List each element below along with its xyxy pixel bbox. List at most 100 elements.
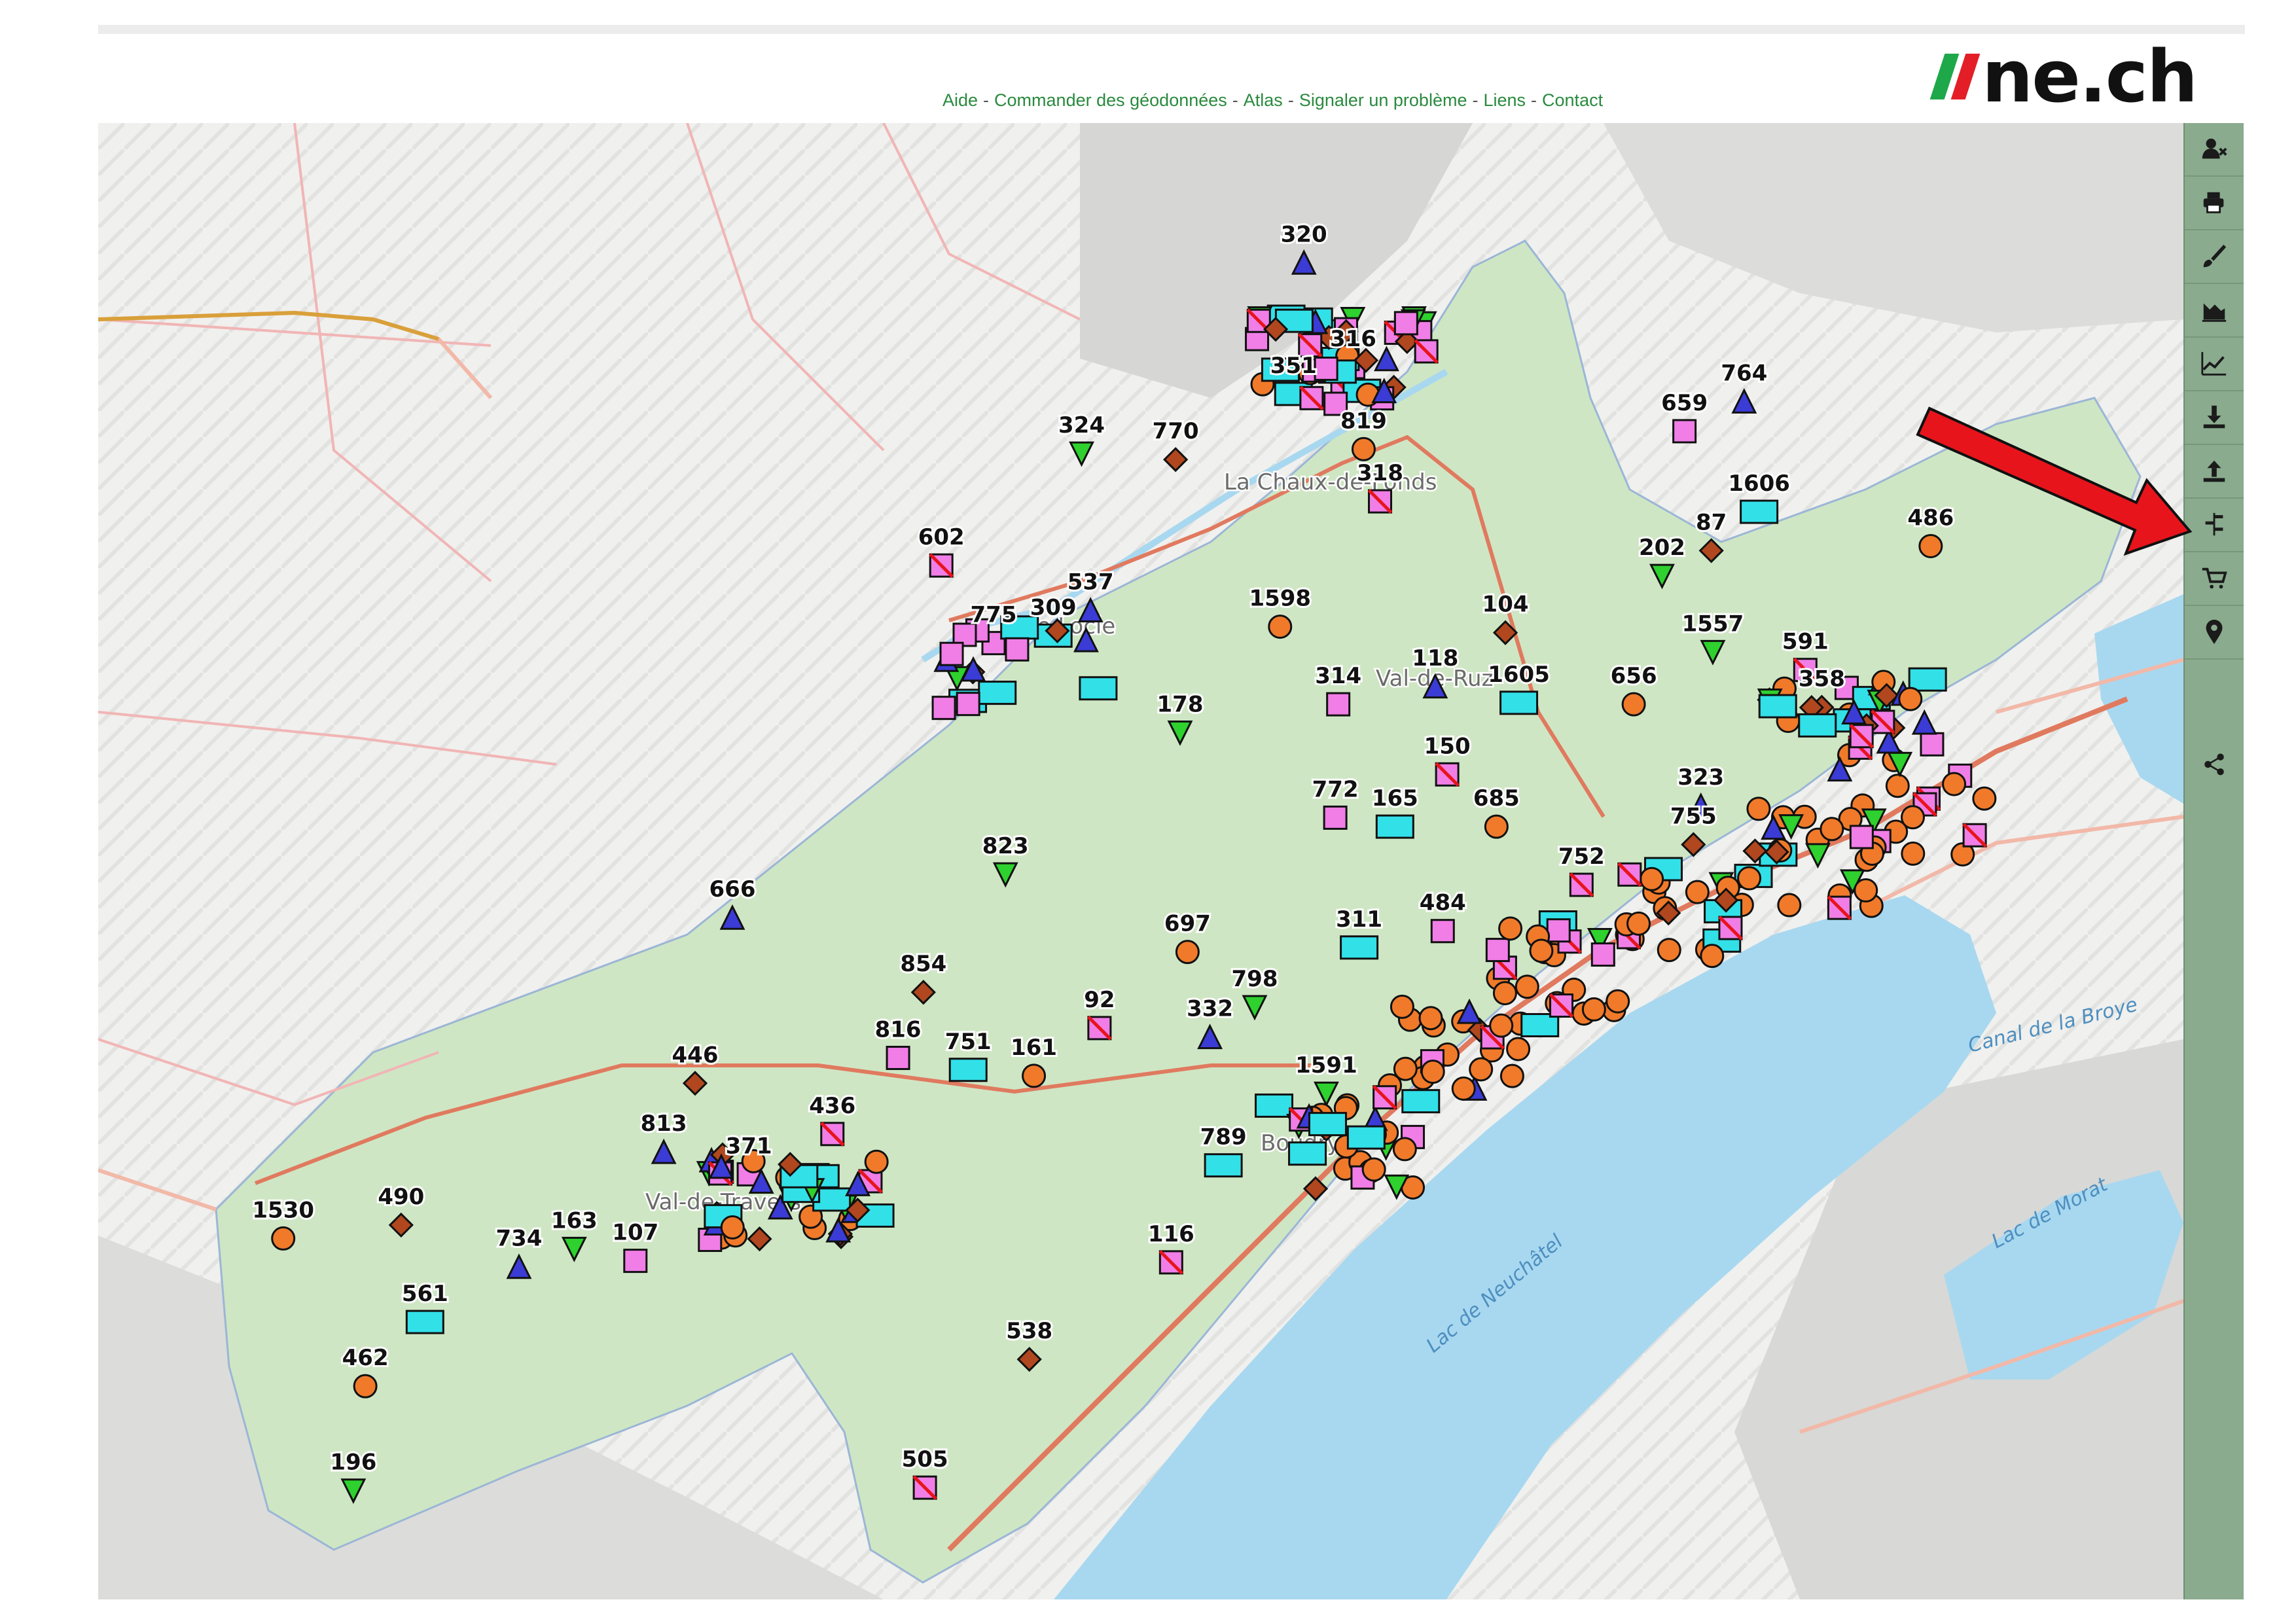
site-marker[interactable]: [405, 1310, 444, 1334]
cluster-marker[interactable]: [1420, 1060, 1445, 1084]
draw-button[interactable]: [2185, 230, 2244, 284]
site-marker[interactable]: [1175, 940, 1200, 965]
cluster-marker[interactable]: [1820, 817, 1844, 842]
link-contact[interactable]: Contact: [1542, 90, 1603, 110]
cluster-marker[interactable]: [1885, 774, 1910, 798]
cluster-marker[interactable]: [1908, 667, 1947, 692]
cluster-marker[interactable]: [1700, 944, 1725, 969]
site-marker[interactable]: [1268, 615, 1293, 639]
download-button[interactable]: [2185, 391, 2244, 445]
cluster-marker[interactable]: [931, 696, 956, 721]
cluster-marker[interactable]: [1498, 916, 1523, 941]
site-marker[interactable]: [1672, 419, 1697, 444]
cluster-marker[interactable]: [1777, 893, 1802, 918]
share-button[interactable]: [2185, 738, 2244, 791]
cluster-marker[interactable]: [956, 692, 980, 717]
cluster-marker[interactable]: [1898, 687, 1923, 711]
site-marker[interactable]: [1918, 533, 1943, 558]
cluster-marker[interactable]: [1499, 1063, 1524, 1088]
site-marker[interactable]: [1022, 1063, 1047, 1088]
cluster-marker[interactable]: [1901, 805, 1926, 830]
site-marker[interactable]: [1499, 690, 1539, 715]
cluster-marker[interactable]: [1469, 1057, 1494, 1082]
cluster-marker[interactable]: [1854, 878, 1878, 902]
site-marker[interactable]: [1340, 935, 1379, 960]
site-label: 462: [342, 1345, 389, 1371]
site-marker[interactable]: [1323, 805, 1348, 830]
cluster-marker[interactable]: [1605, 989, 1630, 1014]
link-aide[interactable]: Aide: [942, 90, 978, 110]
cluster-marker[interactable]: [864, 1149, 889, 1174]
cluster-marker[interactable]: [1657, 938, 1681, 963]
upload-button[interactable]: [2185, 445, 2244, 499]
link-liens[interactable]: Liens: [1483, 90, 1526, 110]
cluster-marker[interactable]: [1393, 1056, 1418, 1081]
link-commander[interactable]: Commander des géodonnées: [994, 90, 1227, 110]
cluster-marker[interactable]: [1626, 911, 1651, 936]
site-marker[interactable]: [1204, 1153, 1243, 1178]
cluster-marker[interactable]: [1401, 1089, 1441, 1114]
site-marker[interactable]: [1326, 692, 1351, 717]
cluster-marker[interactable]: [1005, 637, 1030, 662]
cluster-marker[interactable]: [1346, 1125, 1386, 1150]
cluster-marker[interactable]: [1546, 918, 1571, 943]
cluster-marker[interactable]: [1288, 1141, 1327, 1166]
site-marker[interactable]: [271, 1226, 296, 1251]
cluster-marker[interactable]: [720, 1215, 745, 1240]
area-chart-button[interactable]: [2185, 284, 2244, 338]
user-logout-button[interactable]: [2185, 123, 2244, 177]
cluster-marker[interactable]: [1485, 938, 1510, 963]
cluster-marker[interactable]: [1737, 866, 1762, 891]
separator: -: [1531, 90, 1537, 110]
cluster-marker[interactable]: [1393, 311, 1418, 336]
map-canvas[interactable]: La Chaux-de-Fonds Le Locle Val-de-Ruz Bo…: [98, 123, 2183, 1599]
site-marker[interactable]: [353, 1374, 378, 1399]
cluster-marker[interactable]: [1308, 1112, 1347, 1137]
cluster-marker[interactable]: [1590, 942, 1615, 967]
cluster-marker[interactable]: [1390, 994, 1414, 1019]
cluster-marker[interactable]: [1079, 676, 1118, 701]
cluster-marker[interactable]: [1529, 938, 1554, 963]
cluster-marker[interactable]: [1489, 1013, 1514, 1038]
cluster-marker[interactable]: [1640, 866, 1664, 891]
site-marker[interactable]: [1375, 814, 1414, 839]
cluster-marker[interactable]: [1255, 1093, 1294, 1118]
timeline-button[interactable]: [2185, 499, 2244, 552]
cluster-marker[interactable]: [1849, 825, 1874, 849]
line-chart-button[interactable]: [2185, 338, 2244, 391]
cluster-marker[interactable]: [1515, 974, 1539, 999]
cluster-marker[interactable]: [1901, 841, 1926, 866]
cluster-marker[interactable]: [1451, 1076, 1476, 1101]
cluster-marker[interactable]: [1942, 772, 1967, 796]
site-marker[interactable]: [1430, 919, 1455, 944]
cluster-marker[interactable]: [1581, 997, 1606, 1022]
cluster-marker[interactable]: [1361, 1157, 1386, 1182]
cluster-marker[interactable]: [1920, 732, 1945, 757]
site-marker[interactable]: [886, 1046, 910, 1071]
separator: -: [1472, 90, 1479, 110]
site-marker[interactable]: [1621, 692, 1646, 717]
cluster-marker[interactable]: [1492, 981, 1517, 1006]
print-button[interactable]: [2185, 177, 2244, 230]
cluster-marker[interactable]: [1972, 786, 1997, 811]
site-marker[interactable]: [1351, 437, 1376, 461]
cluster-marker[interactable]: [1418, 1006, 1443, 1031]
site-label: 87: [1696, 509, 1727, 535]
cart-button[interactable]: [2185, 552, 2244, 606]
ne-ch-logo[interactable]: ne.ch: [1929, 41, 2198, 113]
cluster-marker[interactable]: [939, 641, 964, 666]
cluster-marker[interactable]: [1314, 356, 1338, 381]
link-atlas[interactable]: Atlas: [1244, 90, 1283, 110]
site-marker[interactable]: [1740, 499, 1779, 524]
site-marker[interactable]: [623, 1249, 648, 1274]
link-signaler[interactable]: Signaler un problème: [1299, 90, 1467, 110]
cluster-marker[interactable]: [1506, 1037, 1531, 1061]
cluster-marker[interactable]: [1746, 796, 1771, 821]
cluster-marker[interactable]: [1798, 713, 1837, 738]
map-marker-button[interactable]: [2185, 606, 2244, 660]
site-marker[interactable]: [948, 1058, 988, 1082]
cluster-marker[interactable]: [1758, 694, 1797, 719]
site-marker[interactable]: [1484, 814, 1509, 839]
cluster-marker[interactable]: [1392, 1137, 1417, 1162]
cluster-marker[interactable]: [978, 681, 1017, 705]
